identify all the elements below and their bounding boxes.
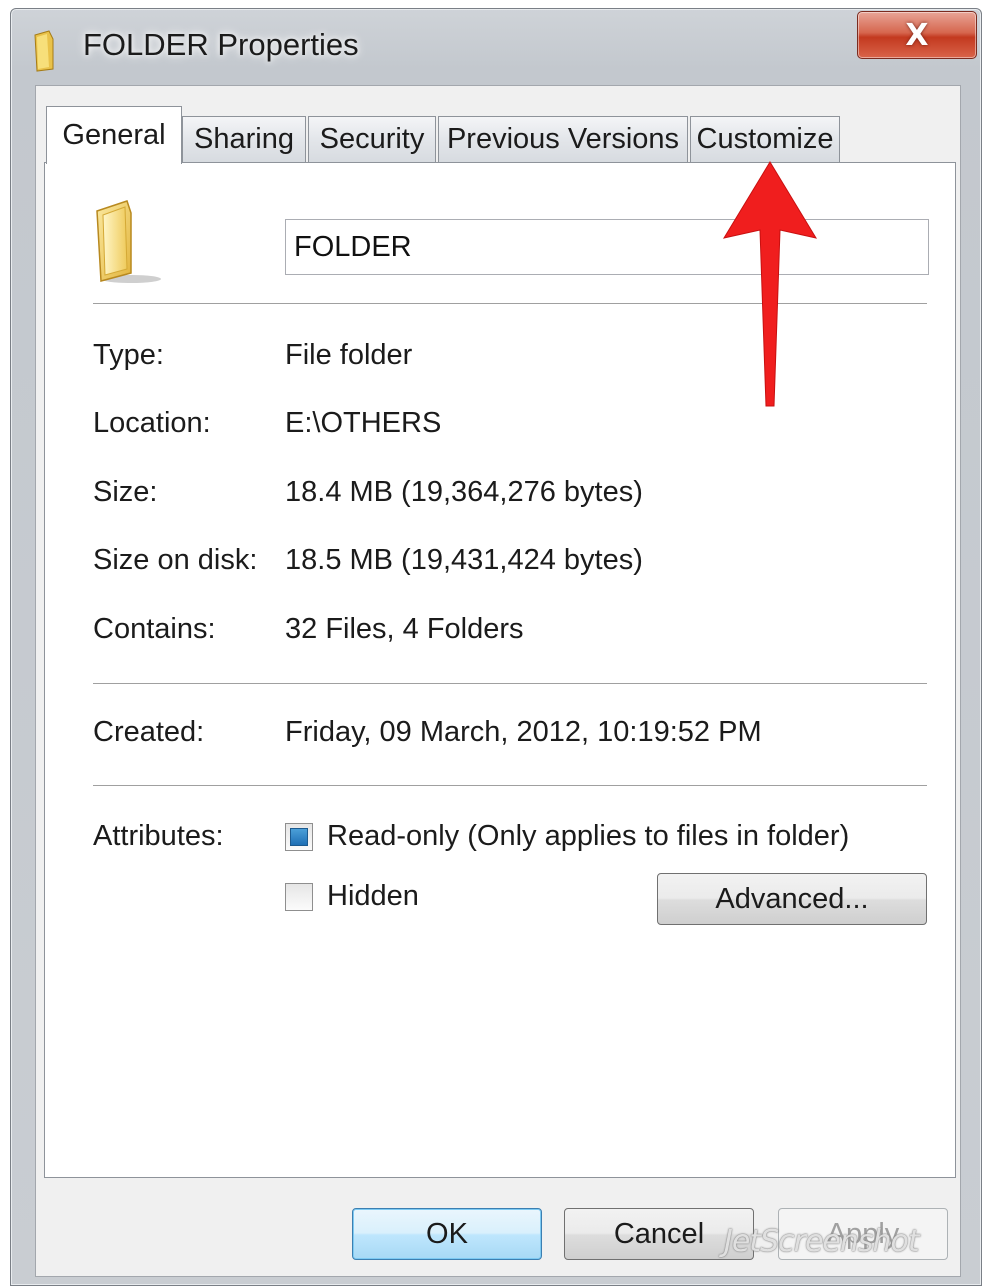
title-bar[interactable]: FOLDER Properties X (11, 9, 981, 85)
size-value: 18.4 MB (19,364,276 bytes) (285, 476, 643, 508)
annotation-arrow-icon (722, 161, 818, 407)
watermark: JetScreenshot (724, 1224, 920, 1259)
advanced-button[interactable]: Advanced... (657, 873, 927, 925)
properties-window: FOLDER Properties X General Sharing Secu… (10, 8, 982, 1286)
tab-security[interactable]: Security (308, 116, 436, 162)
ok-button[interactable]: OK (352, 1208, 542, 1260)
close-icon: X (905, 17, 929, 53)
size-label: Size: (93, 476, 158, 508)
readonly-checkbox[interactable] (285, 823, 313, 851)
close-button[interactable]: X (857, 11, 977, 59)
general-tab-panel: Type: File folder Location: E:\OTHERS Si… (44, 162, 956, 1178)
location-label: Location: (93, 407, 211, 439)
folder-icon (34, 30, 54, 72)
separator (93, 785, 927, 787)
tab-sharing[interactable]: Sharing (182, 116, 306, 162)
tab-customize[interactable]: Customize (690, 116, 840, 162)
location-value: E:\OTHERS (285, 407, 442, 439)
type-label: Type: (93, 339, 164, 371)
tab-previous-versions[interactable]: Previous Versions (438, 116, 688, 162)
contains-value: 32 Files, 4 Folders (285, 613, 524, 645)
size-on-disk-label: Size on disk: (93, 544, 258, 576)
size-on-disk-value: 18.5 MB (19,431,424 bytes) (285, 544, 643, 576)
hidden-label[interactable]: Hidden (327, 880, 419, 913)
attributes-label: Attributes: (93, 820, 224, 852)
created-value: Friday, 09 March, 2012, 10:19:52 PM (285, 716, 762, 748)
tab-general[interactable]: General (46, 106, 182, 164)
hidden-checkbox[interactable] (285, 883, 313, 911)
readonly-label[interactable]: Read-only (Only applies to files in fold… (327, 820, 849, 853)
separator (93, 683, 927, 685)
contains-label: Contains: (93, 613, 216, 645)
created-label: Created: (93, 716, 205, 748)
folder-name-input[interactable] (285, 219, 929, 275)
window-title: FOLDER Properties (83, 27, 359, 62)
folder-icon (96, 200, 161, 283)
type-value: File folder (285, 339, 413, 371)
dialog-client: General Sharing Security Previous Versio… (35, 85, 961, 1277)
